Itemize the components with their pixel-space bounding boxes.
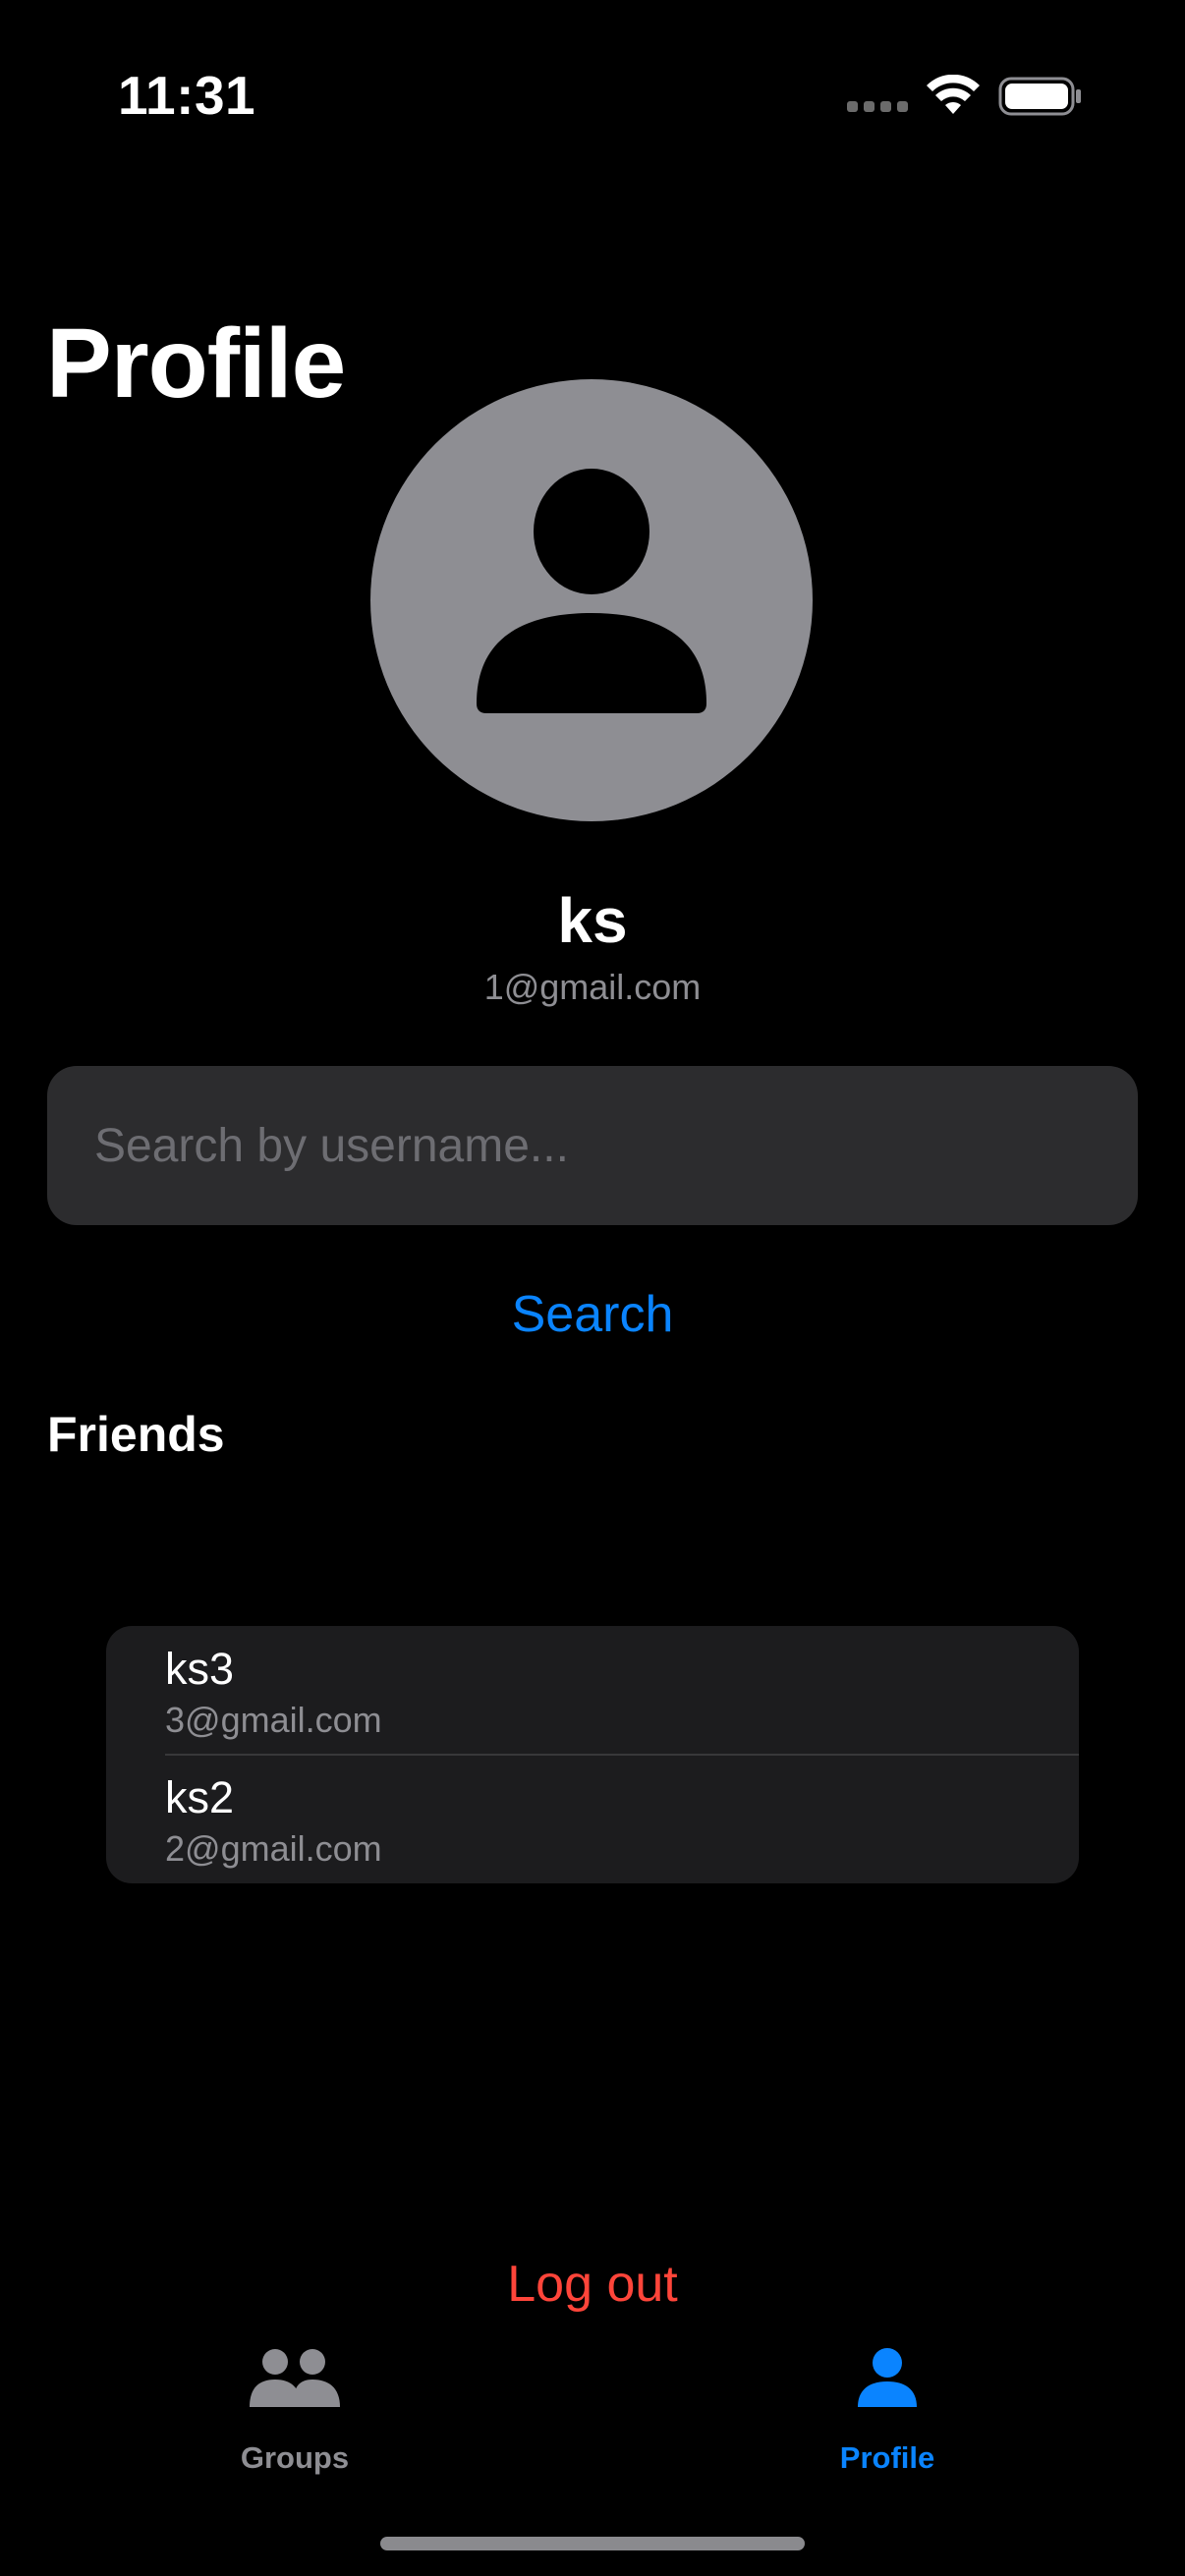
friend-row[interactable]: ks2 2@gmail.com — [106, 1755, 1079, 1883]
friends-list: ks3 3@gmail.com ks2 2@gmail.com — [106, 1626, 1079, 1883]
status-time: 11:31 — [118, 65, 256, 126]
friend-row[interactable]: ks3 3@gmail.com — [106, 1626, 1079, 1756]
logout-button[interactable]: Log out — [396, 2245, 789, 2324]
friend-email: 3@gmail.com — [165, 1700, 382, 1740]
people-icon — [250, 2349, 340, 2407]
search-field — [47, 1066, 1138, 1225]
home-indicator — [380, 2537, 805, 2550]
profile-name: ks — [557, 885, 628, 956]
cellular-signal-icon — [847, 101, 908, 115]
friend-name: ks2 — [165, 1772, 235, 1822]
search-button[interactable]: Search — [396, 1277, 789, 1352]
tab-label: Profile — [839, 2440, 935, 2475]
tab-groups[interactable]: Groups — [147, 2348, 442, 2476]
friends-heading: Friends — [47, 1407, 225, 1462]
avatar — [370, 379, 813, 821]
tab-profile[interactable]: Profile — [740, 2348, 1035, 2476]
wifi-icon — [927, 75, 980, 114]
profile-email: 1@gmail.com — [483, 967, 702, 1007]
person-icon — [858, 2348, 917, 2407]
friend-email: 2@gmail.com — [165, 1828, 382, 1869]
tab-label: Groups — [240, 2440, 350, 2475]
search-input[interactable] — [47, 1066, 1138, 1225]
friend-name: ks3 — [165, 1644, 235, 1694]
battery-icon — [998, 77, 1081, 116]
